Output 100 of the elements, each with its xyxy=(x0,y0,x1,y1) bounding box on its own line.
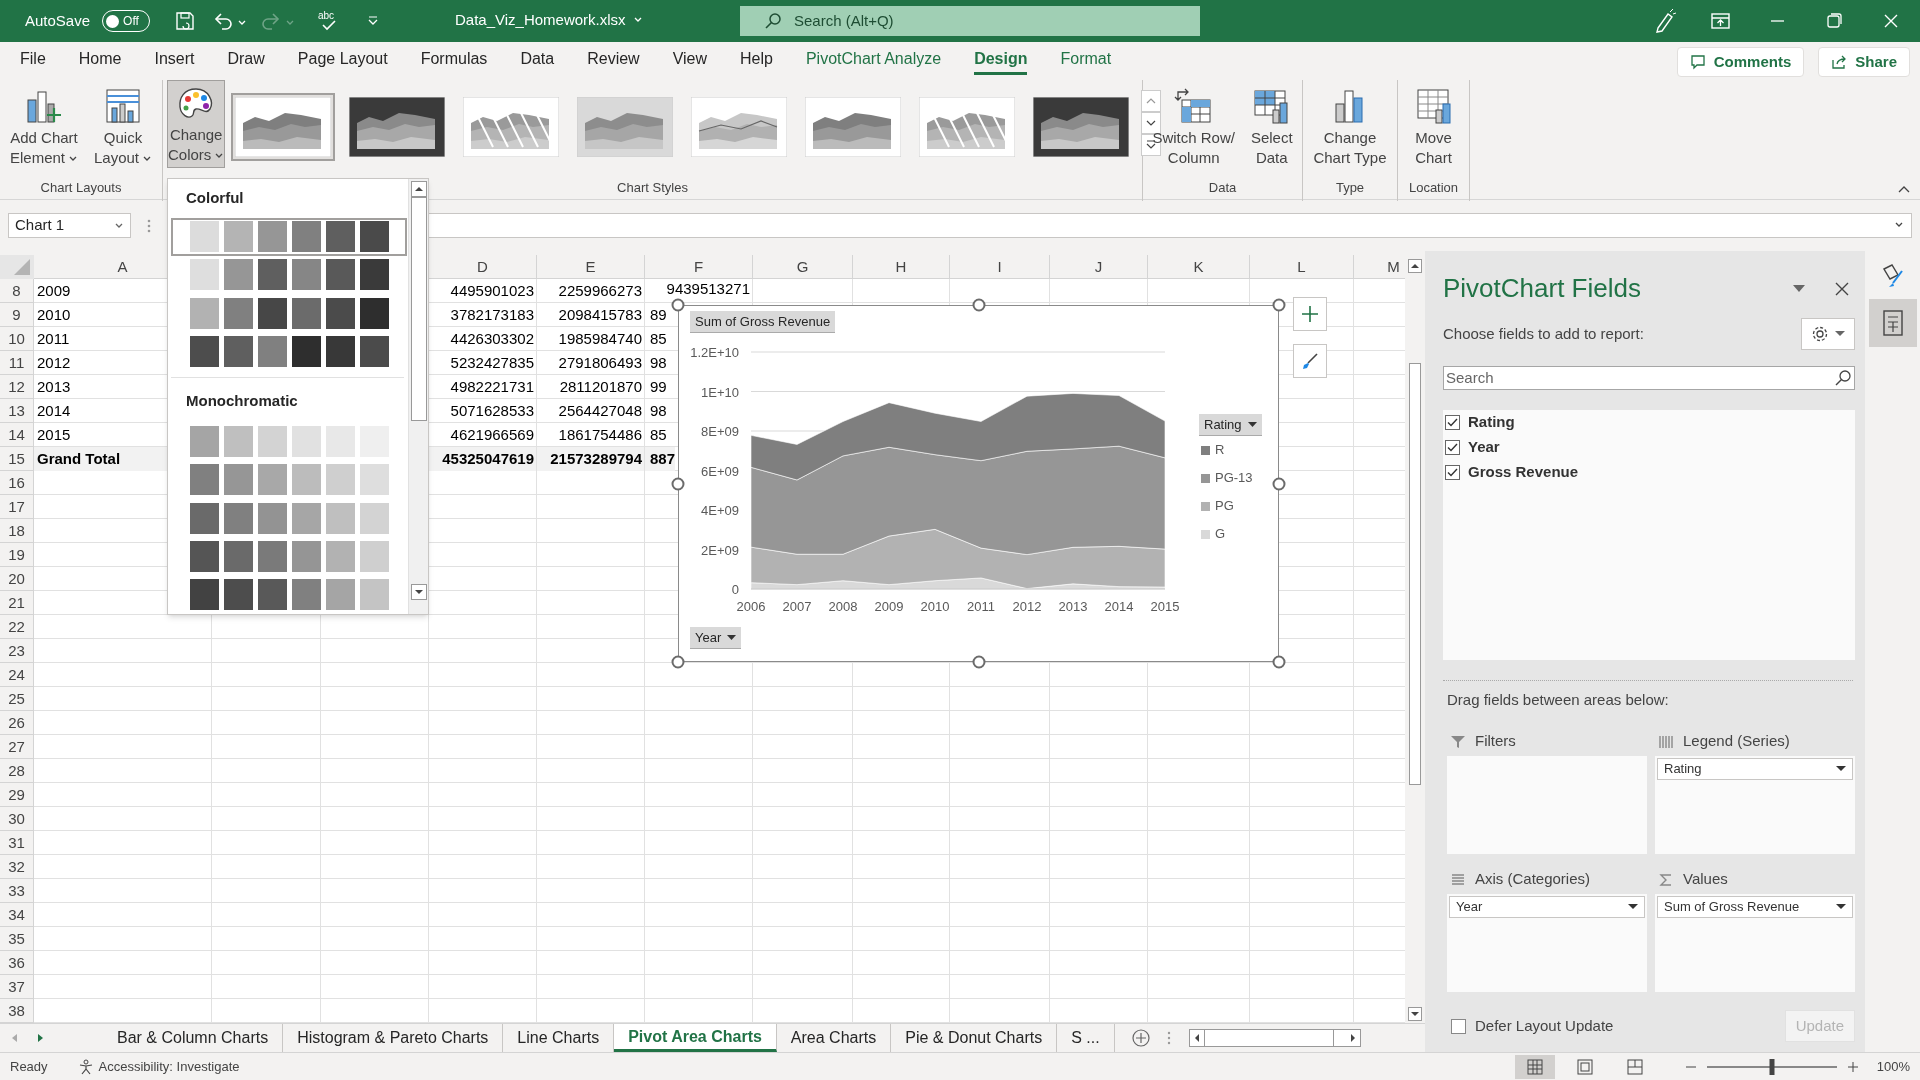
slider-thumb[interactable] xyxy=(1769,1059,1775,1075)
column-header[interactable]: L xyxy=(1250,255,1354,279)
chart-style-thumbnail[interactable] xyxy=(231,93,336,161)
drop-area[interactable]: Sum of Gross Revenue xyxy=(1655,893,1855,992)
select-data-button[interactable]: Select Data xyxy=(1244,80,1299,168)
column-header[interactable]: F xyxy=(645,255,753,279)
comments-button[interactable]: Comments xyxy=(1676,47,1805,77)
checkbox[interactable] xyxy=(1445,439,1460,455)
row-header[interactable]: 19 xyxy=(0,543,34,567)
scroll-up-icon[interactable] xyxy=(410,181,427,197)
scrollbar-thumb[interactable] xyxy=(410,197,427,421)
drop-area[interactable]: Year xyxy=(1447,893,1647,992)
color-palette-option[interactable] xyxy=(171,217,407,256)
checkbox[interactable] xyxy=(1445,464,1460,480)
row-header[interactable]: 12 xyxy=(0,375,34,399)
row-header[interactable]: 14 xyxy=(0,423,34,447)
axis-field-button[interactable]: Year xyxy=(690,627,742,649)
menu-tab[interactable]: Home xyxy=(78,45,122,75)
column-header[interactable]: I xyxy=(950,255,1050,279)
menu-tab[interactable]: Insert xyxy=(154,45,195,75)
row-header[interactable]: 8 xyxy=(0,279,34,303)
menu-tab[interactable]: Data xyxy=(520,45,555,75)
caret-icon[interactable] xyxy=(633,17,643,24)
row-header[interactable]: 34 xyxy=(0,903,34,927)
normal-view-icon[interactable] xyxy=(1514,1055,1555,1079)
row-header[interactable]: 38 xyxy=(0,999,34,1023)
checkbox[interactable] xyxy=(1445,414,1460,430)
resize-handle[interactable] xyxy=(671,298,685,312)
row-header[interactable]: 17 xyxy=(0,495,34,519)
zoom-slider[interactable] xyxy=(1706,1059,1837,1075)
add-sheet-icon[interactable] xyxy=(1130,1028,1151,1048)
horizontal-scrollbar[interactable] xyxy=(1188,1029,1361,1047)
field-dropdown[interactable]: Rating xyxy=(1657,757,1853,780)
sheet-tab[interactable]: Pivot Area Charts xyxy=(614,1024,777,1052)
more-icon[interactable] xyxy=(147,218,151,233)
chart-type-button[interactable]: Change Chart Type xyxy=(1307,80,1393,168)
field-list-button[interactable] xyxy=(1868,299,1917,347)
resize-handle[interactable] xyxy=(671,477,685,490)
column-header[interactable]: J xyxy=(1050,255,1148,279)
scroll-down-icon[interactable] xyxy=(410,584,427,600)
column-header[interactable]: E xyxy=(537,255,645,279)
menu-tab[interactable]: PivotChart Analyze xyxy=(805,45,942,75)
row-header[interactable]: 31 xyxy=(0,831,34,855)
row-header[interactable]: 28 xyxy=(0,759,34,783)
row-header[interactable]: 10 xyxy=(0,327,34,351)
row-header[interactable]: 27 xyxy=(0,735,34,759)
menu-tab[interactable]: Review xyxy=(587,45,640,75)
zoom-level[interactable]: 100% xyxy=(1876,1057,1910,1077)
row-header[interactable]: 36 xyxy=(0,951,34,975)
row-header[interactable]: 22 xyxy=(0,615,34,639)
checkbox[interactable] xyxy=(1451,1018,1466,1034)
accessibility-button[interactable]: Accessibility: Investigate xyxy=(77,1056,240,1077)
row-header[interactable]: 25 xyxy=(0,687,34,711)
scrollbar-thumb[interactable] xyxy=(1203,1030,1334,1046)
checkbox-label[interactable]: Defer Layout Update xyxy=(1475,1014,1614,1038)
menu-scrollbar[interactable] xyxy=(408,179,428,614)
row-header[interactable]: 15 xyxy=(0,447,34,471)
field-dropdown[interactable]: Sum of Gross Revenue xyxy=(1657,895,1853,918)
share-button[interactable]: Share xyxy=(1818,47,1910,77)
menu-tab[interactable]: Page Layout xyxy=(297,45,388,75)
resize-handle[interactable] xyxy=(1272,655,1286,669)
caret-icon[interactable] xyxy=(1793,284,1805,293)
row-header[interactable]: 35 xyxy=(0,927,34,951)
row-header[interactable]: 32 xyxy=(0,855,34,879)
row-header[interactable]: 18 xyxy=(0,519,34,543)
switch-button[interactable]: Switch Row/ Column xyxy=(1146,80,1241,168)
menu-tab[interactable]: Format xyxy=(1060,45,1112,75)
save-icon[interactable] xyxy=(174,10,197,32)
menu-tab[interactable]: Help xyxy=(740,45,773,75)
menu-tab[interactable]: Design xyxy=(974,45,1028,75)
zoom-in-icon[interactable] xyxy=(1846,1061,1859,1073)
row-header[interactable]: 33 xyxy=(0,879,34,903)
field-label[interactable]: Gross Revenue xyxy=(1468,460,1579,484)
column-header[interactable]: G xyxy=(753,255,853,279)
chart-styles-button[interactable] xyxy=(1293,344,1327,378)
resize-handle[interactable] xyxy=(1272,298,1286,312)
field-label[interactable]: Rating xyxy=(1468,410,1515,434)
row-header[interactable]: 9 xyxy=(0,303,34,327)
row-header[interactable]: 21 xyxy=(0,591,34,615)
row-header[interactable]: 11 xyxy=(0,351,34,375)
drop-area[interactable]: Rating xyxy=(1655,755,1855,854)
menu-tab[interactable]: File xyxy=(20,45,46,75)
row-header[interactable]: 37 xyxy=(0,975,34,999)
row-header[interactable]: 29 xyxy=(0,783,34,807)
scroll-up-icon[interactable] xyxy=(1408,259,1422,273)
move-button[interactable]: Move Chart xyxy=(1407,80,1460,168)
scrollbar-thumb[interactable] xyxy=(1409,363,1421,785)
quick-layout-button[interactable]: Quick Layout xyxy=(88,80,159,168)
menu-tab[interactable]: Draw xyxy=(227,45,265,75)
search-field[interactable]: Search xyxy=(1443,366,1855,390)
scroll-down-icon[interactable] xyxy=(1408,1007,1422,1021)
resize-handle[interactable] xyxy=(671,655,685,669)
row-header[interactable]: 16 xyxy=(0,471,34,495)
change-colors-button[interactable]: Change Colors xyxy=(167,80,226,168)
column-header[interactable]: H xyxy=(853,255,950,279)
resize-handle[interactable] xyxy=(972,298,985,312)
menu-tab[interactable]: View xyxy=(672,45,708,75)
legend-field-button[interactable]: Rating xyxy=(1199,414,1262,436)
row-header[interactable]: 30 xyxy=(0,807,34,831)
field-label[interactable]: Year xyxy=(1468,435,1500,459)
